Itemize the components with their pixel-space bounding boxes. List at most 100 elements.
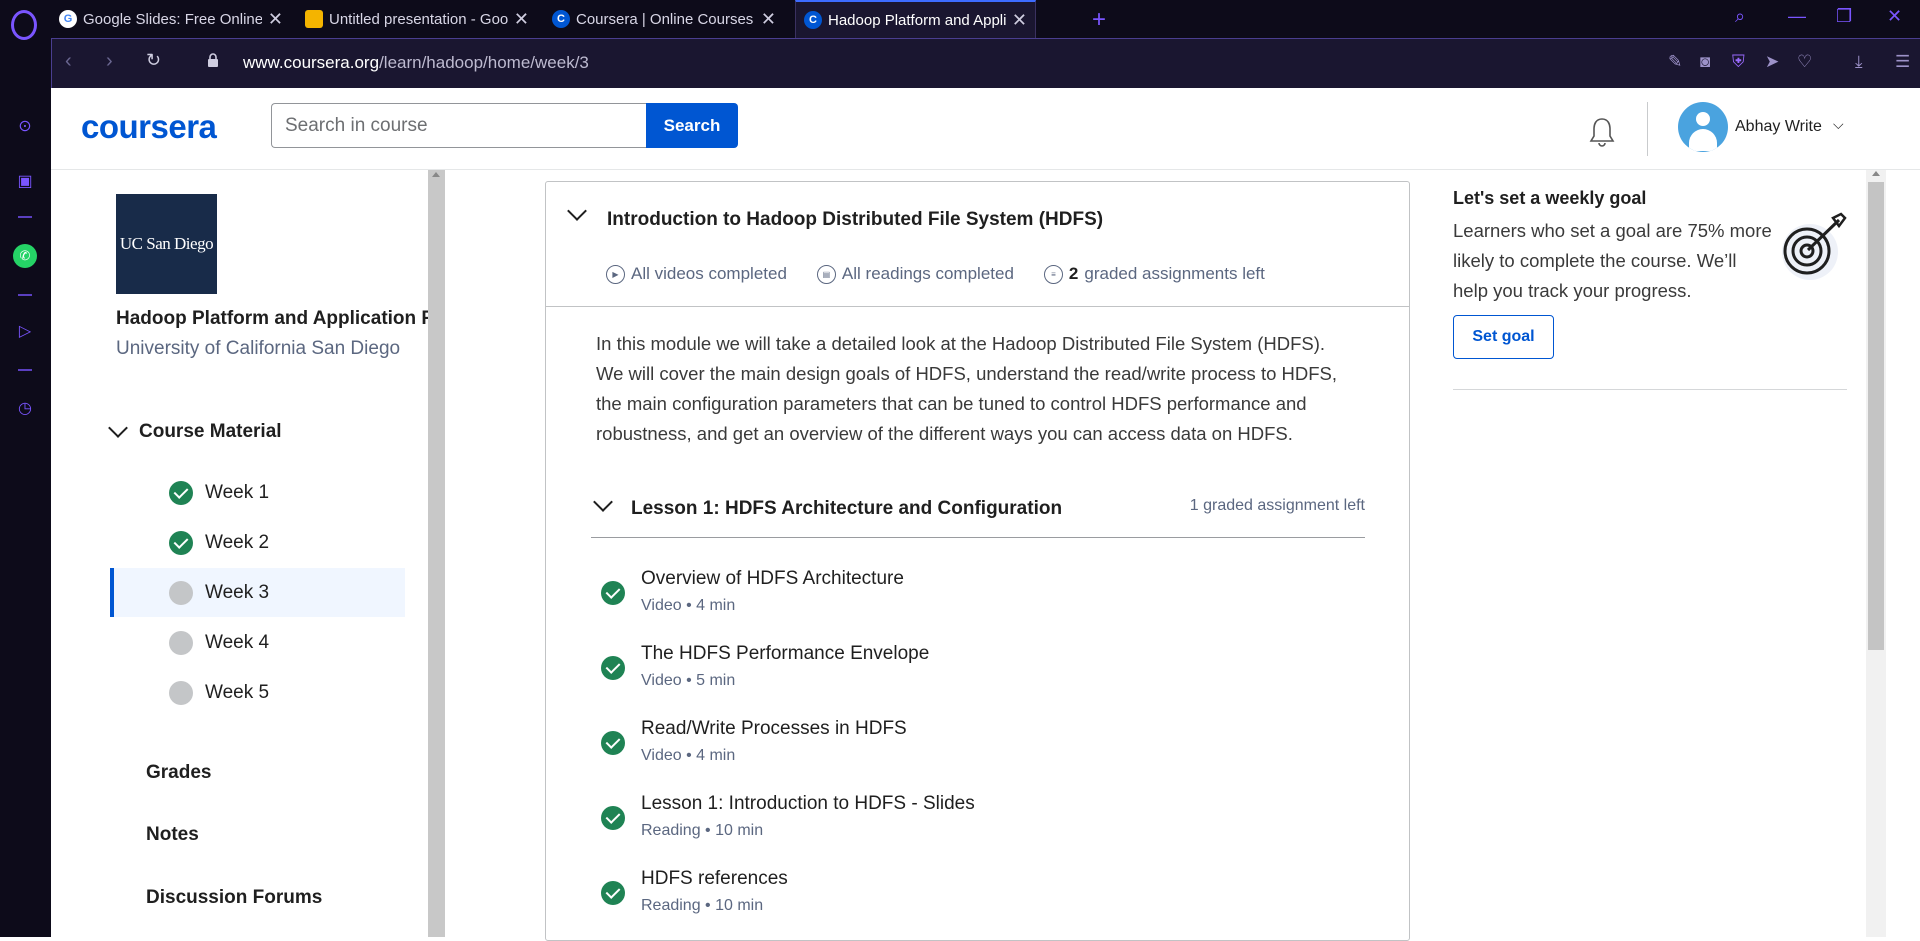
tab-title: Google Slides: Free Online (83, 10, 262, 28)
back-icon[interactable]: ‹ (65, 50, 72, 73)
snapshot-edit-icon[interactable]: ✎ (1668, 52, 1682, 72)
completed-check-icon (601, 731, 625, 755)
sidebar-divider (18, 216, 32, 218)
scroll-up-icon[interactable] (1872, 171, 1880, 176)
item-title: HDFS references (641, 868, 788, 889)
item-meta: Video • 4 min (641, 747, 736, 764)
videos-status: ▶ All videos completed (606, 264, 787, 284)
graded-status-text: graded assignments left (1084, 264, 1265, 283)
tab-coursera-online-courses[interactable]: C Coursera | Online Courses & ✕ (544, 0, 784, 38)
partner-logo: UC San Diego (116, 194, 217, 294)
bell-icon[interactable] (1587, 116, 1617, 148)
new-tab-icon[interactable]: + (1092, 6, 1106, 34)
download-icon[interactable]: ⤓ (1855, 52, 1863, 72)
tab-google-slides[interactable]: G Google Slides: Free Online ✕ (51, 0, 291, 38)
coursera-icon: C (804, 11, 822, 29)
videos-status-text: All videos completed (631, 264, 787, 283)
module-card: Introduction to Hadoop Distributed File … (545, 181, 1410, 941)
chevron-down-icon (567, 201, 587, 221)
send-icon[interactable]: ➤ (1765, 52, 1779, 72)
close-tab-icon[interactable]: ✕ (514, 9, 529, 30)
chevron-down-icon (593, 492, 613, 512)
whatsapp-icon[interactable]: ✆ (13, 244, 37, 268)
target-icon (1782, 212, 1847, 280)
tab-hadoop-platform[interactable]: C Hadoop Platform and Appli ✕ (795, 0, 1036, 38)
history-clock-icon[interactable]: ◷ (14, 398, 36, 420)
site-header: coursera Search Abhay Write ⌵ (51, 88, 1920, 170)
set-goal-button[interactable]: Set goal (1453, 315, 1554, 359)
lesson-item[interactable]: Read/Write Processes in HDFS Video • 4 m… (601, 718, 1301, 778)
scrollbar-thumb[interactable] (431, 182, 442, 937)
week-item-4[interactable]: Week 4 (110, 618, 405, 667)
completed-check-icon (169, 530, 193, 555)
url-host: www.coursera.org (243, 53, 380, 72)
search-button[interactable]: Search (646, 103, 738, 148)
briefcase-icon[interactable]: ▣ (14, 171, 36, 193)
chevron-down-icon[interactable]: ⌵ (1833, 116, 1844, 133)
scroll-up-icon[interactable] (432, 172, 440, 177)
goal-text: Learners who set a goal are 75% more lik… (1453, 220, 1772, 301)
chevron-down-icon (108, 418, 128, 438)
week-item-1[interactable]: Week 1 (110, 468, 405, 517)
easy-setup-icon[interactable]: ☰ (1895, 52, 1910, 72)
graded-count: 2 (1068, 264, 1079, 283)
minimize-icon[interactable]: — (1788, 6, 1806, 27)
close-tab-icon[interactable]: ✕ (761, 9, 776, 30)
nav-link-grades[interactable]: Grades (146, 762, 211, 784)
tab-title: Hadoop Platform and Appli (828, 11, 1006, 29)
close-window-icon[interactable]: ✕ (1887, 6, 1902, 27)
module-header[interactable]: Introduction to Hadoop Distributed File … (546, 182, 1409, 307)
lock-icon[interactable] (207, 53, 219, 67)
browser-sidebar: ⊙ ▣ ✆ ▷ ◷ (0, 0, 51, 937)
gamepad-icon[interactable]: ⊙ (14, 116, 36, 138)
vpn-shield-icon[interactable]: ⛨ (1732, 52, 1745, 72)
item-meta: Reading • 10 min (641, 897, 764, 914)
forward-icon[interactable]: › (106, 50, 113, 73)
item-title: The HDFS Performance Envelope (641, 643, 930, 664)
player-icon[interactable]: ▷ (14, 321, 36, 343)
close-tab-icon[interactable]: ✕ (1012, 10, 1027, 31)
nav-link-discussion-forums[interactable]: Discussion Forums (146, 887, 322, 909)
readings-status-text: All readings completed (841, 264, 1014, 283)
course-material-toggle[interactable]: Course Material (108, 418, 282, 443)
restore-icon[interactable]: ❐ (1836, 6, 1852, 27)
week-item-2[interactable]: Week 2 (110, 518, 405, 567)
close-tab-icon[interactable]: ✕ (268, 9, 283, 30)
goal-title: Let's set a weekly goal (1453, 188, 1647, 208)
coursera-logo[interactable]: coursera (81, 108, 217, 146)
lesson-header[interactable]: Lesson 1: HDFS Architecture and Configur… (591, 492, 1365, 538)
tab-title: Untitled presentation - Goo (329, 10, 508, 28)
lesson-item[interactable]: Overview of HDFS Architecture Video • 4 … (601, 568, 1301, 628)
url-path: /learn/hadoop/home/week/3 (379, 53, 589, 72)
lesson-graded-status: 1 graded assignment left (1189, 497, 1365, 514)
tab-untitled-presentation[interactable]: Untitled presentation - Goo ✕ (297, 0, 537, 38)
week-label: Week 3 (205, 581, 270, 603)
user-name[interactable]: Abhay Write (1735, 118, 1822, 136)
week-item-3[interactable]: Week 3 (110, 568, 405, 617)
search-input[interactable] (271, 103, 648, 148)
item-title: Read/Write Processes in HDFS (641, 718, 907, 739)
lesson-item[interactable]: Lesson 1: Introduction to HDFS - Slides … (601, 793, 1301, 853)
graded-status: ≡ 2 graded assignments left (1043, 264, 1265, 284)
item-meta: Video • 4 min (641, 597, 736, 614)
opera-logo-icon[interactable] (11, 10, 37, 40)
lesson-item[interactable]: HDFS references Reading • 10 min (601, 868, 1301, 928)
reload-icon[interactable]: ↻ (146, 50, 161, 71)
nav-link-notes[interactable]: Notes (146, 824, 199, 846)
scrollbar-thumb[interactable] (1868, 182, 1884, 650)
heart-icon[interactable]: ♡ (1797, 52, 1812, 72)
avatar[interactable] (1678, 102, 1728, 152)
url-field[interactable]: www.coursera.org/learn/hadoop/home/week/… (243, 53, 589, 73)
coursera-icon: C (552, 10, 570, 28)
lesson-item[interactable]: The HDFS Performance Envelope Video • 5 … (601, 643, 1301, 703)
page-scrollbar[interactable] (1866, 170, 1886, 937)
week-item-5[interactable]: Week 5 (110, 668, 405, 717)
camera-icon[interactable]: ◙ (1700, 52, 1710, 72)
google-icon: G (59, 10, 77, 28)
search-tabs-icon[interactable]: ⌕ (1735, 6, 1745, 27)
assignment-icon: ≡ (1043, 264, 1063, 284)
video-play-icon: ▶ (606, 264, 625, 284)
tab-strip: G Google Slides: Free Online ✕ Untitled … (51, 0, 1920, 38)
sidebar-scrollbar[interactable] (428, 170, 445, 937)
reading-book-icon: ▤ (816, 264, 836, 284)
